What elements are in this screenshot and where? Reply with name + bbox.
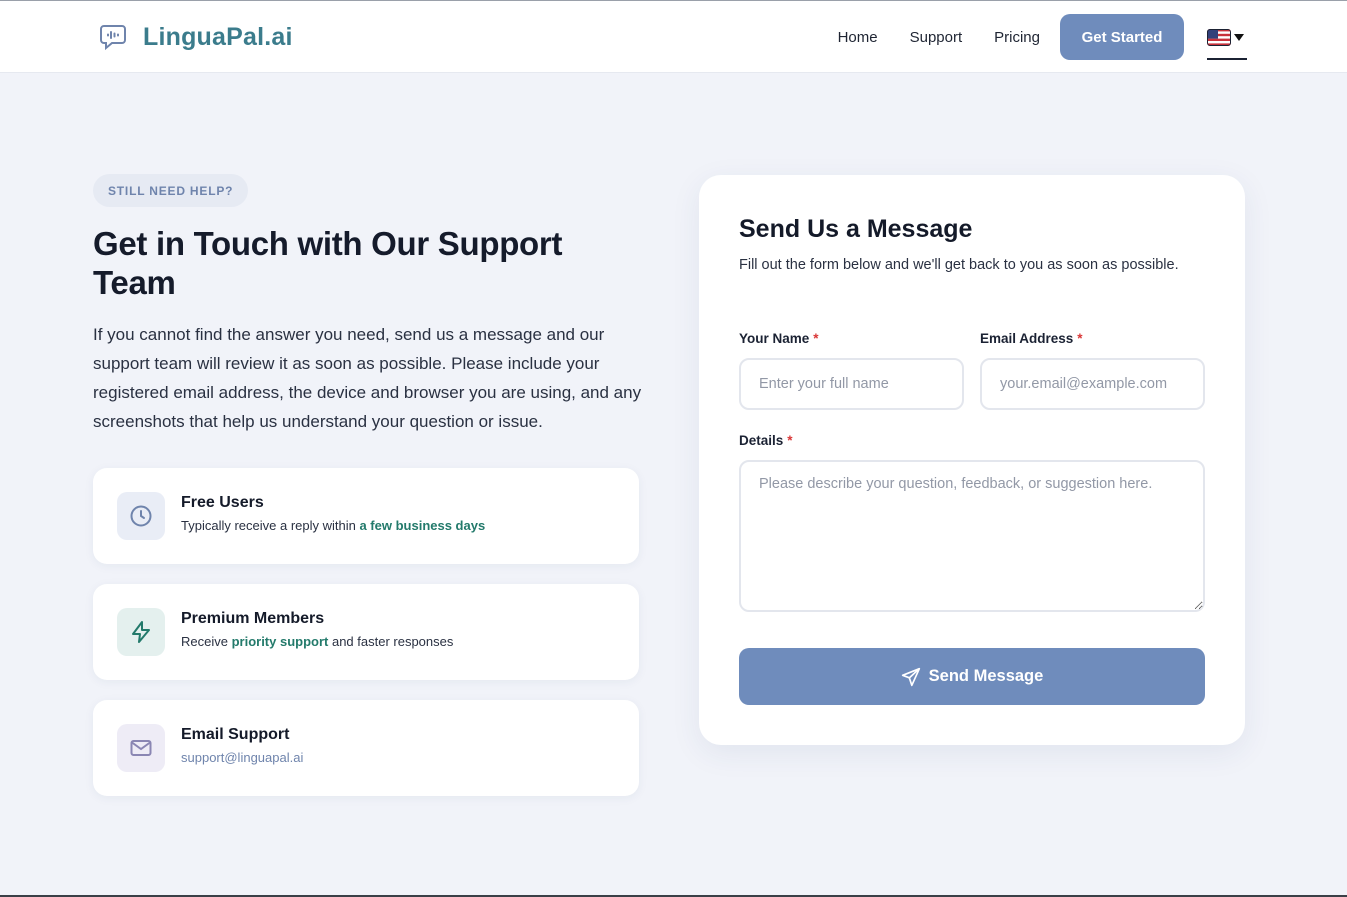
info-card-description: Typically receive a reply within a few b… — [181, 518, 485, 533]
form-title: Send Us a Message — [739, 215, 973, 243]
required-mark: * — [787, 433, 793, 448]
clock-icon-badge — [117, 492, 165, 540]
us-flag-icon — [1207, 28, 1231, 46]
form-subtitle: Fill out the form below and we'll get ba… — [739, 257, 1179, 273]
desc-highlight: priority support — [231, 634, 329, 649]
section-eyebrow: STILL NEED HELP? — [93, 174, 249, 207]
info-card-title: Premium Members — [181, 610, 325, 627]
page-title: Get in Touch with Our Support Team — [93, 225, 563, 301]
mail-icon — [130, 740, 152, 756]
info-card-title: Free Users — [181, 494, 264, 511]
name-label-text: Your Name — [739, 331, 810, 346]
info-card-free-users: Free Users Typically receive a reply wit… — [93, 468, 639, 564]
support-email-link[interactable]: support@linguapal.ai — [181, 750, 303, 765]
send-button-label: Send Message — [928, 667, 1044, 685]
mail-icon-badge — [117, 724, 165, 772]
name-label: Your Name * — [739, 331, 819, 346]
lightning-icon-badge — [117, 608, 165, 656]
brand-name: LinguaPal.ai — [143, 22, 293, 51]
lightning-icon — [132, 621, 150, 643]
nav-home-link[interactable]: Home — [838, 29, 878, 46]
name-input[interactable] — [739, 358, 964, 410]
details-label-text: Details — [739, 433, 784, 448]
send-icon — [901, 667, 920, 686]
contact-form-card: Send Us a Message Fill out the form belo… — [699, 175, 1245, 745]
required-mark: * — [1077, 331, 1083, 346]
email-input[interactable] — [980, 358, 1205, 410]
desc-text: and faster responses — [328, 634, 454, 649]
details-textarea[interactable] — [739, 460, 1205, 612]
desc-text: Typically receive a reply within — [181, 518, 360, 533]
main-nav: Home Support Pricing Get Started — [838, 14, 1247, 60]
chevron-down-icon — [1234, 33, 1244, 41]
email-label: Email Address * — [980, 331, 1083, 346]
brand-logo[interactable]: LinguaPal.ai — [98, 22, 293, 52]
site-header: LinguaPal.ai Home Support Pricing Get St… — [0, 1, 1347, 73]
info-card-description: Receive priority support and faster resp… — [181, 634, 453, 649]
get-started-button[interactable]: Get Started — [1060, 14, 1184, 60]
desc-highlight: a few business days — [359, 518, 486, 533]
info-card-title: Email Support — [181, 726, 290, 743]
details-label: Details * — [739, 433, 793, 448]
required-mark: * — [813, 331, 819, 346]
intro-text: If you cannot find the answer you need, … — [93, 325, 642, 431]
language-selector[interactable] — [1207, 14, 1247, 60]
send-message-button[interactable]: Send Message — [739, 648, 1205, 705]
desc-text: Receive — [181, 634, 232, 649]
email-label-text: Email Address — [980, 331, 1074, 346]
nav-pricing-link[interactable]: Pricing — [994, 29, 1040, 46]
info-card-premium-members: Premium Members Receive priority support… — [93, 584, 639, 680]
chat-bubble-icon — [100, 25, 126, 51]
info-card-email-support: Email Support support@linguapal.ai — [93, 700, 639, 796]
clock-icon — [130, 505, 152, 527]
nav-support-link[interactable]: Support — [910, 29, 963, 46]
